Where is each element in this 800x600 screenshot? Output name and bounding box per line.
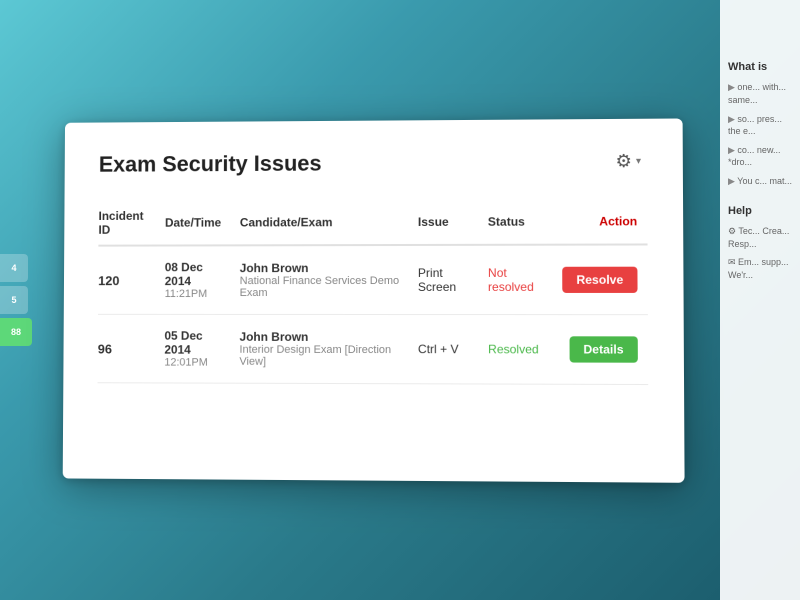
exam-name-cell: National Finance Services Demo Exam (240, 275, 408, 299)
gear-icon: ⚙ (615, 151, 631, 172)
table-header-row: Incident ID Date/Time Candidate/Exam Iss… (98, 199, 647, 246)
left-sidebar-tabs: 4 5 88 (0, 254, 32, 346)
exam-security-card: Exam Security Issues ⚙ ▾ Incident ID Dat… (63, 118, 685, 482)
exam-name-cell: Interior Design Exam [Direction View] (239, 344, 407, 368)
issue-cell: Ctrl + V (418, 342, 459, 356)
resolve-button[interactable]: Resolve (562, 267, 637, 293)
right-panel-item-1: one... with... same... (728, 81, 792, 106)
status-badge: Resolved (488, 342, 539, 356)
details-button[interactable]: Details (569, 336, 638, 362)
status-badge: Not resolved (488, 266, 534, 294)
right-panel-item-3: co... new... *dro... (728, 144, 792, 169)
card-header: Exam Security Issues ⚙ ▾ (99, 149, 647, 178)
time-cell: 12:01PM (164, 357, 229, 369)
time-cell: 11:21PM (165, 288, 230, 300)
right-panel-help-item-2: ✉ Em... supp... We'r... (728, 256, 792, 281)
right-panel-item-2: so... pres... the e... (728, 113, 792, 138)
page-title: Exam Security Issues (99, 151, 322, 178)
col-header-issue: Issue (418, 200, 488, 245)
col-header-incident-id: Incident ID (98, 201, 165, 246)
left-tab-88[interactable]: 88 (0, 318, 32, 346)
right-panel-help-item-1: ⚙ Tec... Crea... Resp... (728, 225, 792, 250)
issue-cell: Print Screen (418, 266, 456, 294)
date-cell: 05 Dec 2014 (164, 329, 229, 357)
incident-id-cell: 120 (98, 273, 119, 288)
col-header-action: Action (562, 199, 648, 245)
gear-settings-button[interactable]: ⚙ ▾ (609, 149, 647, 174)
right-help-panel: What is one... with... same... so... pre… (720, 0, 800, 600)
chevron-down-icon: ▾ (636, 156, 641, 167)
col-header-status: Status (488, 199, 562, 244)
table-row: 120 08 Dec 2014 11:21PM John Brown Natio… (98, 244, 648, 314)
right-panel-help-title: Help (728, 204, 792, 219)
table-row: 96 05 Dec 2014 12:01PM John Brown Interi… (98, 314, 649, 384)
right-panel-section-title: What is (728, 60, 792, 75)
issues-table: Incident ID Date/Time Candidate/Exam Iss… (98, 199, 649, 385)
left-tab-4[interactable]: 4 (0, 254, 28, 282)
incident-id-cell: 96 (98, 341, 112, 356)
candidate-name-cell: John Brown (240, 330, 408, 344)
date-cell: 08 Dec 2014 (165, 260, 230, 288)
candidate-name-cell: John Brown (240, 261, 408, 275)
col-header-candidate-exam: Candidate/Exam (240, 200, 418, 245)
col-header-datetime: Date/Time (165, 201, 240, 246)
left-tab-5[interactable]: 5 (0, 286, 28, 314)
right-panel-item-4: You c... mat... (728, 175, 792, 188)
